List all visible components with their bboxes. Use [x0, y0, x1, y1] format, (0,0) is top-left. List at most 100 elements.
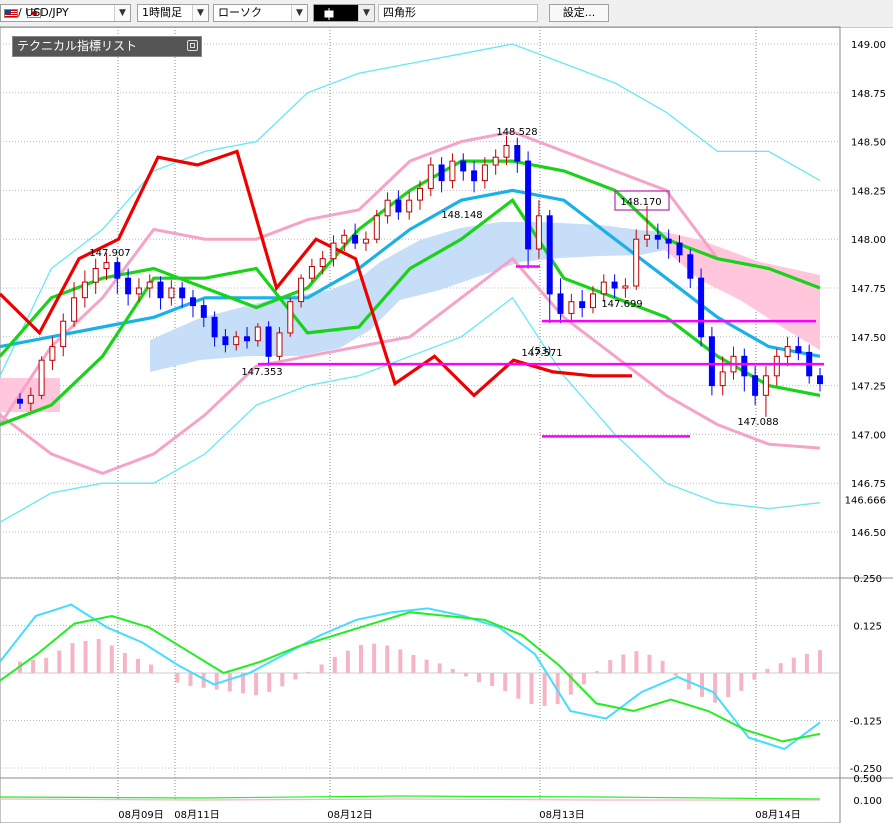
macd-line: [0, 603, 821, 751]
candle-body: [373, 215, 380, 240]
candle-body: [179, 287, 186, 299]
price-axis-label: 149.00: [851, 40, 886, 51]
candle-body: [590, 293, 596, 309]
macd-histogram-bar: [581, 673, 586, 685]
collapse-icon[interactable]: [187, 40, 198, 51]
macd-histogram-bar: [673, 673, 678, 676]
macd-histogram-bar: [385, 645, 390, 673]
candle-body: [233, 336, 240, 346]
candle-body: [395, 199, 402, 213]
macd-histogram-bar: [109, 645, 114, 673]
macd-histogram-bar: [660, 660, 665, 673]
macd-histogram-bar: [463, 673, 468, 677]
price-axis-label: 148.75: [851, 89, 886, 100]
macd-histogram-bar: [214, 673, 219, 690]
date-axis-label: 08月11日: [174, 809, 219, 821]
macd-histogram-bar: [267, 673, 272, 692]
macd-histogram-bar: [791, 657, 796, 673]
candle-body: [708, 336, 715, 387]
candle-body: [265, 326, 272, 357]
candle-body: [157, 281, 164, 299]
price-axis-label: 147.00: [851, 430, 886, 441]
macd-histogram-bar: [450, 668, 455, 673]
candle-body: [600, 281, 607, 295]
bottom-axis-label: 0.100: [853, 796, 882, 807]
candle-body: [330, 242, 337, 260]
candle-body: [244, 336, 250, 342]
macd-histogram-bar: [503, 673, 508, 692]
macd-histogram-bar: [83, 640, 88, 673]
candle-body: [752, 375, 759, 396]
candle-body: [654, 234, 661, 240]
macd-histogram-bar: [398, 649, 403, 673]
macd-histogram-bar: [175, 673, 180, 683]
candle-body: [114, 262, 121, 279]
annotation-label: 148.528: [496, 127, 537, 138]
candle-body: [125, 277, 132, 295]
candle-body: [471, 170, 478, 182]
candle-body: [71, 297, 78, 322]
macd-histogram-bar: [542, 673, 547, 706]
macd-histogram-bar: [149, 664, 154, 673]
annotation-label: (53): [531, 346, 552, 357]
candle-body: [135, 287, 142, 295]
oscillator-axis-label: -0.125: [850, 717, 882, 728]
indicator-list-label: テクニカル指標リスト: [17, 39, 138, 53]
candle-body: [719, 371, 726, 387]
macd-histogram-bar: [332, 657, 337, 673]
candle-body: [622, 285, 629, 289]
candle-body: [362, 238, 369, 244]
candle-body: [406, 199, 413, 213]
price-axis-label: 148.50: [851, 138, 886, 149]
candle-body: [287, 301, 294, 334]
macd-histogram-bar: [96, 639, 101, 673]
signal-line: [0, 611, 821, 743]
macd-histogram-bar: [477, 673, 481, 683]
candle-body: [200, 305, 207, 318]
price-axis-label: 148.00: [851, 235, 886, 246]
candle-body: [687, 254, 694, 279]
candle-body: [17, 398, 23, 404]
candle-body: [38, 359, 45, 396]
date-axis-label: 08月12日: [327, 809, 372, 821]
price-axis-label: 148.25: [851, 186, 886, 197]
date-axis-label: 08月09日: [118, 809, 163, 821]
macd-histogram-bar: [726, 673, 731, 697]
candle-body: [762, 375, 769, 396]
candle-body: [168, 287, 175, 299]
macd-histogram-bar: [818, 650, 822, 673]
macd-histogram-bar: [372, 643, 377, 673]
indicator-list-panel[interactable]: テクニカル指標リスト: [12, 36, 202, 57]
candle-body: [795, 346, 802, 354]
candle-body: [784, 346, 791, 357]
candle-body: [503, 145, 510, 158]
candle-body: [352, 234, 359, 244]
macd-histogram-bar: [227, 673, 232, 692]
macd-histogram-bar: [306, 671, 311, 673]
macd-histogram-bar: [700, 673, 704, 697]
candle-body: [60, 320, 67, 348]
oscillator-axis-label: 0.250: [853, 574, 882, 585]
candle-body: [665, 238, 672, 244]
candle-body: [438, 164, 445, 182]
candle-body: [644, 234, 650, 240]
candle-body: [211, 316, 218, 338]
ma-slow-line: [0, 197, 821, 427]
bottom-axis-label: 0.500: [853, 774, 882, 785]
candle-body: [579, 301, 586, 309]
annotation-label: 147.088: [737, 417, 778, 428]
candle-body: [525, 160, 532, 250]
macd-histogram-bar: [57, 650, 62, 673]
plot-frame: [0, 26, 841, 823]
macd-histogram-bar: [293, 673, 298, 680]
candle-body: [698, 277, 705, 338]
macd-histogram-bar: [280, 673, 285, 687]
candle-body: [146, 281, 153, 289]
macd-histogram-bar: [70, 643, 75, 673]
macd-histogram-bar: [713, 673, 718, 703]
candle-body: [298, 277, 305, 303]
candle-body: [817, 375, 823, 385]
candle-body: [449, 160, 456, 182]
candle-body: [417, 187, 423, 201]
price-axis-label: 146.50: [851, 528, 886, 539]
